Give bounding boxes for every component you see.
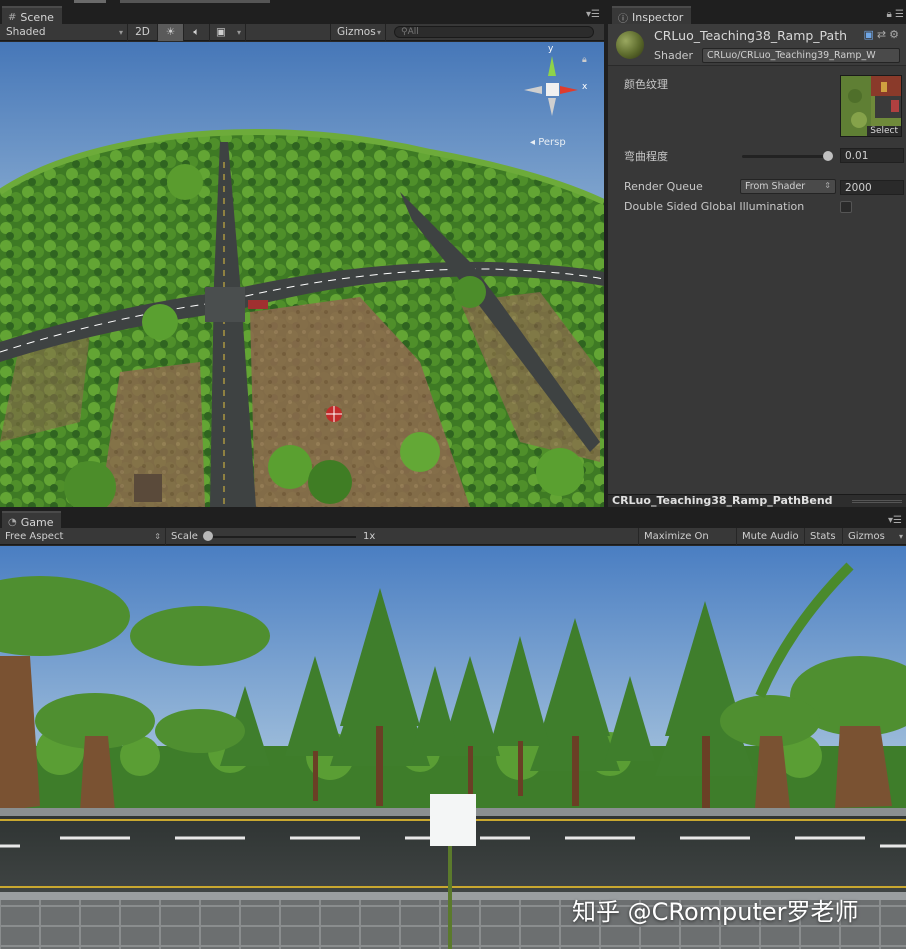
search-placeholder: All [407, 27, 419, 37]
lock-icon[interactable]: 🔒︎ [582, 55, 587, 65]
double-sided-gi-checkbox[interactable] [840, 201, 852, 213]
inspector-tabstrip: ⓘ Inspector 🔒︎ ☰ [608, 0, 906, 25]
watermark: 知乎 @CRomputer罗老师 [572, 898, 859, 926]
help-icon[interactable]: ▣ [864, 28, 877, 41]
game-viewport[interactable] [0, 546, 906, 949]
shader-label: Shader [654, 49, 693, 62]
tab-indicator [74, 0, 106, 3]
inspector-panel: ⓘ Inspector 🔒︎ ☰ CRLuo_Teaching38_Ramp_P… [606, 0, 906, 507]
preview-footer[interactable]: CRLuo_Teaching38_Ramp_PathBend [608, 494, 906, 507]
curvature-slider-thumb[interactable] [822, 151, 833, 161]
color-texture-label: 颜色纹理 [624, 78, 668, 91]
projection-text: Persp [538, 137, 566, 148]
game-render [0, 546, 906, 949]
preview-title: CRLuo_Teaching38_Ramp_PathBend [612, 494, 833, 507]
tab-game[interactable]: ◔ Game [2, 511, 62, 529]
effects-dropdown[interactable]: ▣ [210, 23, 246, 41]
orientation-gizmo[interactable]: y x 🔒︎ [520, 44, 592, 120]
stats-toggle[interactable]: Stats [805, 528, 843, 545]
aspect-dropdown[interactable]: Free Aspect ⇕ [0, 528, 166, 545]
shading-mode-dropdown[interactable]: Shaded [0, 23, 128, 41]
double-sided-gi-label: Double Sided Global Illumination [624, 200, 805, 213]
scene-search-input[interactable]: ⚲All [394, 26, 594, 38]
updown-icon: ⇕ [154, 532, 161, 541]
game-menu-icon[interactable]: ▾☰ [888, 515, 902, 526]
grid-icon: # [8, 11, 17, 23]
scene-toolbar: Shaded 2D ☀ 🔈︎ ▣ Gizmos ⚲All [0, 23, 604, 41]
tab-scene-label: Scene [20, 10, 54, 24]
gizmos-dropdown[interactable]: Gizmos [330, 23, 386, 41]
render-queue-label: Render Queue [624, 180, 703, 193]
image-icon: ▣ [216, 25, 226, 38]
aspect-label: Free Aspect [5, 531, 64, 542]
curvature-label: 弯曲程度 [624, 150, 668, 163]
curvature-value-field[interactable]: 0.01 [840, 148, 904, 163]
info-icon: ⓘ [618, 13, 628, 25]
scale-slider[interactable] [206, 536, 356, 538]
projection-label[interactable]: ◂ Persp [530, 137, 566, 148]
panel-menu-icon[interactable]: ▾☰ [586, 9, 600, 20]
material-preview-icon [616, 31, 644, 59]
render-queue-value-field[interactable]: 2000 [840, 180, 904, 195]
render-queue-mode: From Shader [745, 181, 806, 192]
preset-icon[interactable]: ⇄ [877, 28, 889, 41]
speaker-icon: 🔈︎ [193, 25, 200, 38]
material-name: CRLuo_Teaching38_Ramp_Path [654, 28, 848, 43]
mute-audio-toggle[interactable]: Mute Audio [737, 528, 805, 545]
texture-select-button[interactable]: Select [867, 126, 901, 136]
gizmo-x-label: x [582, 82, 588, 92]
game-gizmos-dropdown[interactable]: Gizmos ▾ [843, 528, 906, 545]
game-panel: ◔ Game ▾☰ Free Aspect ⇕ Scale 1x Maximiz… [0, 509, 906, 949]
game-toolbar: Free Aspect ⇕ Scale 1x Maximize On Play … [0, 528, 906, 559]
sun-icon: ☀ [165, 25, 176, 38]
gizmo-y-label: y [548, 44, 554, 54]
game-tabstrip: ◔ Game ▾☰ [0, 509, 906, 529]
render-queue-dropdown[interactable]: From Shader ⇕ [740, 179, 836, 194]
scene-render [0, 42, 604, 507]
chevron-down-icon: ▾ [898, 532, 903, 541]
persp-arrow-icon: ◂ [530, 137, 536, 148]
curvature-slider[interactable] [742, 155, 832, 158]
updown-icon: ⇕ [824, 181, 831, 190]
audio-toggle[interactable]: 🔈︎ [184, 23, 210, 41]
scale-slider-thumb[interactable] [203, 531, 213, 541]
tab-game-label: Game [20, 515, 54, 529]
unity-editor: # Scene ▾☰ Shaded 2D ☀ 🔈︎ ▣ Gizmos ⚲All [0, 0, 906, 949]
settings-gear-icon[interactable]: ⚙ [889, 28, 902, 41]
scene-tabstrip: # Scene ▾☰ [0, 0, 604, 24]
2d-toggle[interactable]: 2D [128, 23, 158, 41]
scale-label: Scale [171, 531, 198, 542]
texture-slot[interactable]: Select [840, 75, 902, 137]
drag-handle-icon[interactable] [852, 500, 902, 503]
material-header: CRLuo_Teaching38_Ramp_Path ▣⇄⚙ Shader CR… [608, 24, 906, 66]
maximize-on-play-toggle[interactable]: Maximize On Play [638, 528, 737, 559]
tab-inspector-label: Inspector [632, 10, 684, 24]
lighting-toggle[interactable]: ☀ [158, 23, 184, 41]
tab-indicator [120, 0, 270, 3]
inspector-menu-icon[interactable]: 🔒︎ ☰ [887, 9, 904, 20]
search-icon: ⚲ [401, 27, 408, 37]
header-icons: ▣⇄⚙ [864, 28, 903, 41]
scene-panel: # Scene ▾☰ Shaded 2D ☀ 🔈︎ ▣ Gizmos ⚲All [0, 0, 604, 507]
tab-inspector[interactable]: ⓘ Inspector [612, 6, 692, 25]
scale-value: 1x [363, 531, 376, 542]
shader-dropdown[interactable]: CRLuo/CRLuo_Teaching39_Ramp_W [702, 48, 900, 63]
game-gizmos-label: Gizmos [848, 531, 885, 542]
scene-viewport[interactable]: y x 🔒︎ ◂ Persp [0, 42, 604, 507]
tab-scene[interactable]: # Scene [2, 6, 62, 24]
pacman-icon: ◔ [8, 516, 17, 528]
